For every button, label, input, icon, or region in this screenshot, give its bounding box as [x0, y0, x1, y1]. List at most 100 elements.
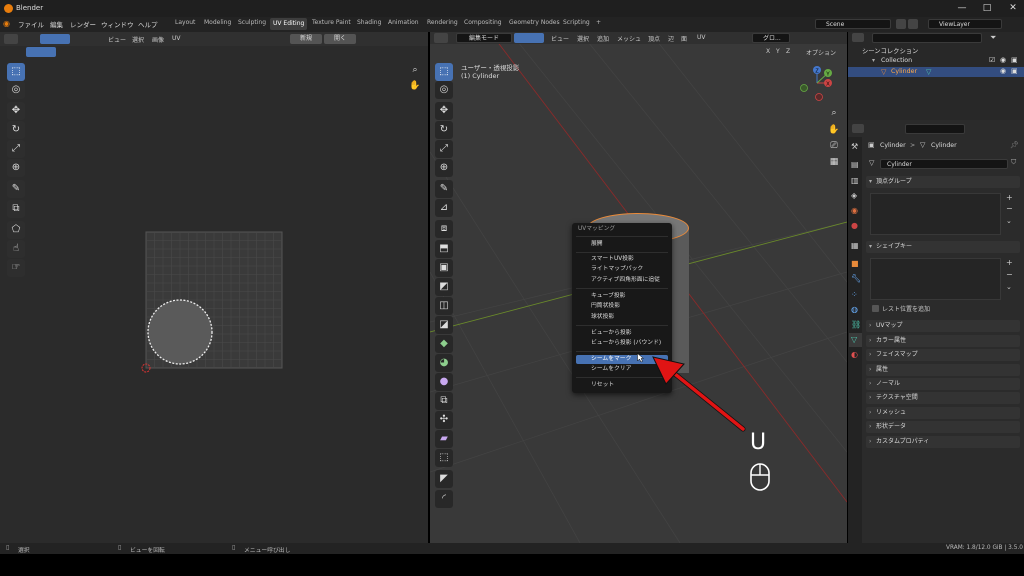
scale-tool-icon[interactable]: ⤢: [7, 140, 25, 158]
vp-zoom-icon[interactable]: ⌕: [828, 107, 840, 119]
rest-position-checkbox[interactable]: [872, 305, 879, 312]
add-vertex-group-button[interactable]: +: [1006, 193, 1013, 202]
uv-menu-image[interactable]: 画像: [152, 35, 164, 44]
minimize-button[interactable]: —: [955, 3, 969, 13]
menu-item-project-from-view-bounds[interactable]: ビューから投影 (バウンド): [576, 339, 668, 348]
vp-menu-edge[interactable]: 辺: [668, 34, 674, 43]
vp-pan-hand-icon[interactable]: ✋: [828, 124, 840, 136]
vp-select-tool-icon[interactable]: ⬚: [435, 63, 453, 81]
select-mode-buttons[interactable]: [40, 34, 70, 44]
vp-menu-select[interactable]: 選択: [577, 34, 589, 43]
mesh-name-field[interactable]: Cylinder: [880, 159, 1008, 169]
menu-item-smart-uv[interactable]: スマートUV投影: [576, 255, 668, 264]
filter-icon[interactable]: ⏷: [990, 33, 996, 43]
vp-menu-uv[interactable]: UV: [697, 34, 706, 41]
constraints-tab-icon[interactable]: ⛓︎: [851, 320, 861, 329]
rotate-tool-icon[interactable]: ↻: [7, 121, 25, 139]
collection-tab-icon[interactable]: ▦: [851, 241, 859, 250]
relax-tool-icon[interactable]: ☞: [7, 259, 25, 277]
vp-inset-tool-icon[interactable]: ▣: [435, 259, 453, 277]
world-tab-icon[interactable]: ●: [851, 221, 858, 230]
vp-menu-face[interactable]: 面: [681, 34, 687, 43]
object-tab-icon[interactable]: ■: [851, 259, 859, 268]
vp-edge-tool-icon[interactable]: ◤: [435, 470, 453, 488]
object-visibility-icon[interactable]: ◉: [1000, 67, 1006, 75]
tab-modeling[interactable]: Modeling: [201, 19, 234, 26]
mode-selector[interactable]: 編集モード: [456, 33, 512, 43]
new-scene-button[interactable]: [896, 19, 906, 29]
fake-user-icon[interactable]: ⛉: [1011, 158, 1016, 167]
collection-visibility-icon[interactable]: ◉: [1000, 56, 1006, 64]
editor-type-icon[interactable]: [4, 34, 18, 44]
menu-help[interactable]: ヘルプ: [138, 19, 158, 29]
menu-item-unwrap[interactable]: 展開: [576, 240, 668, 249]
uv-select-buttons[interactable]: [26, 47, 56, 57]
add-shape-key-button[interactable]: +: [1006, 258, 1013, 267]
options-menu[interactable]: オプション: [806, 48, 836, 57]
mesh-select-mode-buttons[interactable]: [514, 33, 544, 43]
vp-shear-tool-icon[interactable]: ▰: [435, 430, 453, 448]
remove-shape-key-button[interactable]: −: [1006, 270, 1013, 279]
tab-rendering[interactable]: Rendering: [424, 19, 461, 26]
vp-smooth-tool-icon[interactable]: ●: [435, 373, 453, 391]
maximize-button[interactable]: □: [980, 3, 994, 13]
menu-item-project-from-view[interactable]: ビューから投影: [576, 329, 668, 338]
props-editor-icon[interactable]: [852, 124, 864, 133]
menu-render[interactable]: レンダー: [70, 19, 96, 29]
menu-file[interactable]: ファイル: [18, 19, 44, 29]
panel-attributes[interactable]: › 属性: [866, 364, 1020, 376]
panel-color-attributes[interactable]: › カラー属性: [866, 335, 1020, 347]
uv-menu-select[interactable]: 選択: [132, 35, 144, 44]
uv-menu-view[interactable]: ビュー: [108, 35, 126, 44]
expand-chevron-icon[interactable]: ▾: [872, 57, 875, 64]
particles-tab-icon[interactable]: ⁘: [851, 290, 858, 299]
add-workspace-button[interactable]: +: [593, 19, 604, 26]
vp-menu-vertex[interactable]: 頂点: [648, 34, 660, 43]
grab-tool-icon[interactable]: ⧉: [7, 200, 25, 218]
vp-menu-add[interactable]: 追加: [597, 34, 609, 43]
move-tool-icon[interactable]: ✥: [7, 102, 25, 120]
output-tab-icon[interactable]: ▥: [851, 176, 859, 185]
menu-item-sphere-projection[interactable]: 球状投影: [576, 313, 668, 322]
vp-extrude-tool-icon[interactable]: ⬒: [435, 240, 453, 258]
view-layer-tab-icon[interactable]: ◈: [851, 191, 857, 200]
outliner-row-cylinder[interactable]: [848, 67, 1024, 77]
shape-key-menu-icon[interactable]: ⌄: [1006, 283, 1012, 291]
mirror-x-toggle[interactable]: X: [766, 48, 770, 55]
tab-layout[interactable]: Layout: [172, 19, 198, 26]
transform-tool-icon[interactable]: ⊕: [7, 159, 25, 177]
vertex-groups-list[interactable]: [870, 193, 1001, 235]
panel-vertex-groups[interactable]: ▾ 頂点グループ: [866, 176, 1020, 188]
vp-scale-tool-icon[interactable]: ⤢: [435, 140, 453, 158]
blender-menu-icon[interactable]: ◉: [3, 19, 10, 28]
collection-render-icon[interactable]: ▣: [1011, 56, 1018, 64]
tab-compositing[interactable]: Compositing: [461, 19, 505, 26]
mirror-y-toggle[interactable]: Y: [776, 48, 780, 55]
vp-cursor-tool-icon[interactable]: ◎: [435, 81, 453, 99]
remove-vertex-group-button[interactable]: −: [1006, 204, 1013, 213]
vp-menu-mesh[interactable]: メッシュ: [617, 34, 641, 43]
tab-sculpting[interactable]: Sculpting: [235, 19, 269, 26]
modifier-tab-icon[interactable]: 🔧︎: [851, 274, 861, 283]
uv-island[interactable]: [147, 299, 213, 365]
vp-measure-tool-icon[interactable]: ⊿: [435, 199, 453, 217]
panel-shape-keys[interactable]: ▾ シェイプキー: [866, 241, 1020, 253]
delete-scene-button[interactable]: [908, 19, 918, 29]
outliner-editor-icon[interactable]: [852, 33, 864, 42]
data-tab-icon[interactable]: ▽: [851, 335, 857, 344]
camera-view-icon[interactable]: ⎚: [828, 140, 840, 152]
viewlayer-selector[interactable]: ViewLayer: [928, 19, 1002, 29]
collection-checkbox-icon[interactable]: ☑: [989, 56, 995, 64]
open-image-button[interactable]: 開く: [324, 34, 356, 44]
vertex-group-menu-icon[interactable]: ⌄: [1006, 217, 1012, 225]
vp-add-cube-tool-icon[interactable]: ⧈: [435, 220, 453, 238]
rip-tool-icon[interactable]: ⬠: [7, 221, 25, 239]
panel-custom-properties[interactable]: › カスタムプロパティ: [866, 436, 1020, 448]
vp-annotate-tool-icon[interactable]: ✎: [435, 180, 453, 198]
vp-edge-slide-tool-icon[interactable]: ⧉: [435, 392, 453, 410]
material-tab-icon[interactable]: ◐: [851, 350, 858, 359]
close-button[interactable]: ✕: [1006, 3, 1020, 13]
vp-shrink-tool-icon[interactable]: ✣: [435, 411, 453, 429]
collection-item[interactable]: Collection: [881, 57, 912, 64]
new-image-button[interactable]: 新規: [290, 34, 322, 44]
